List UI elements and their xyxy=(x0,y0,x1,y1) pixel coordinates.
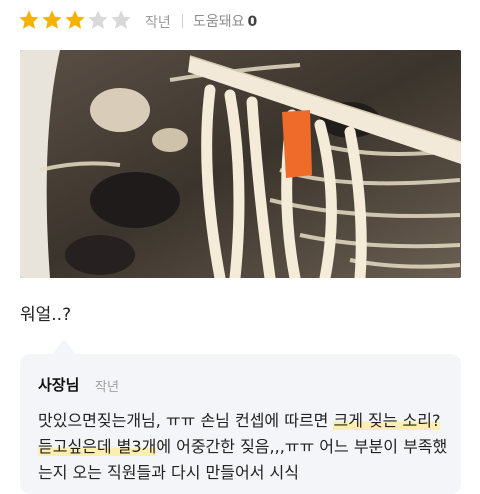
divider xyxy=(182,14,183,28)
star-rating xyxy=(18,9,133,31)
noodle-photo-image xyxy=(20,50,461,278)
star-empty-icon xyxy=(88,10,108,29)
review-text: 워얼..? xyxy=(20,305,72,325)
reply-date: 작년 xyxy=(95,380,119,395)
reply-author: 사장님 xyxy=(38,376,80,394)
reply-body: 맛있으면짖는개님, ㅠㅠ 손님 컨셉에 따르면 크게 짖는 소리? 듣고싶은데 … xyxy=(38,408,458,486)
star-filled-icon xyxy=(19,10,39,29)
star-filled-icon xyxy=(42,10,62,29)
helpful-button[interactable]: 도움돼요 0 xyxy=(193,11,257,31)
review-header: 작년 도움돼요 0 xyxy=(0,0,480,42)
star-empty-icon xyxy=(111,10,131,29)
owner-reply: 사장님 작년 맛있으면짖는개님, ㅠㅠ 손님 컨셉에 따르면 크게 짖는 소리?… xyxy=(20,354,461,494)
helpful-label: 도움돼요 xyxy=(193,14,245,30)
review-photo[interactable] xyxy=(20,50,461,278)
review-date: 작년 xyxy=(145,15,171,31)
helpful-count: 0 xyxy=(247,14,258,30)
reply-bubble-tail xyxy=(52,339,76,355)
star-filled-icon xyxy=(65,10,85,29)
reply-text: 맛있으면짖는개님, ㅠㅠ 손님 컨셉에 따르면 xyxy=(38,411,334,430)
